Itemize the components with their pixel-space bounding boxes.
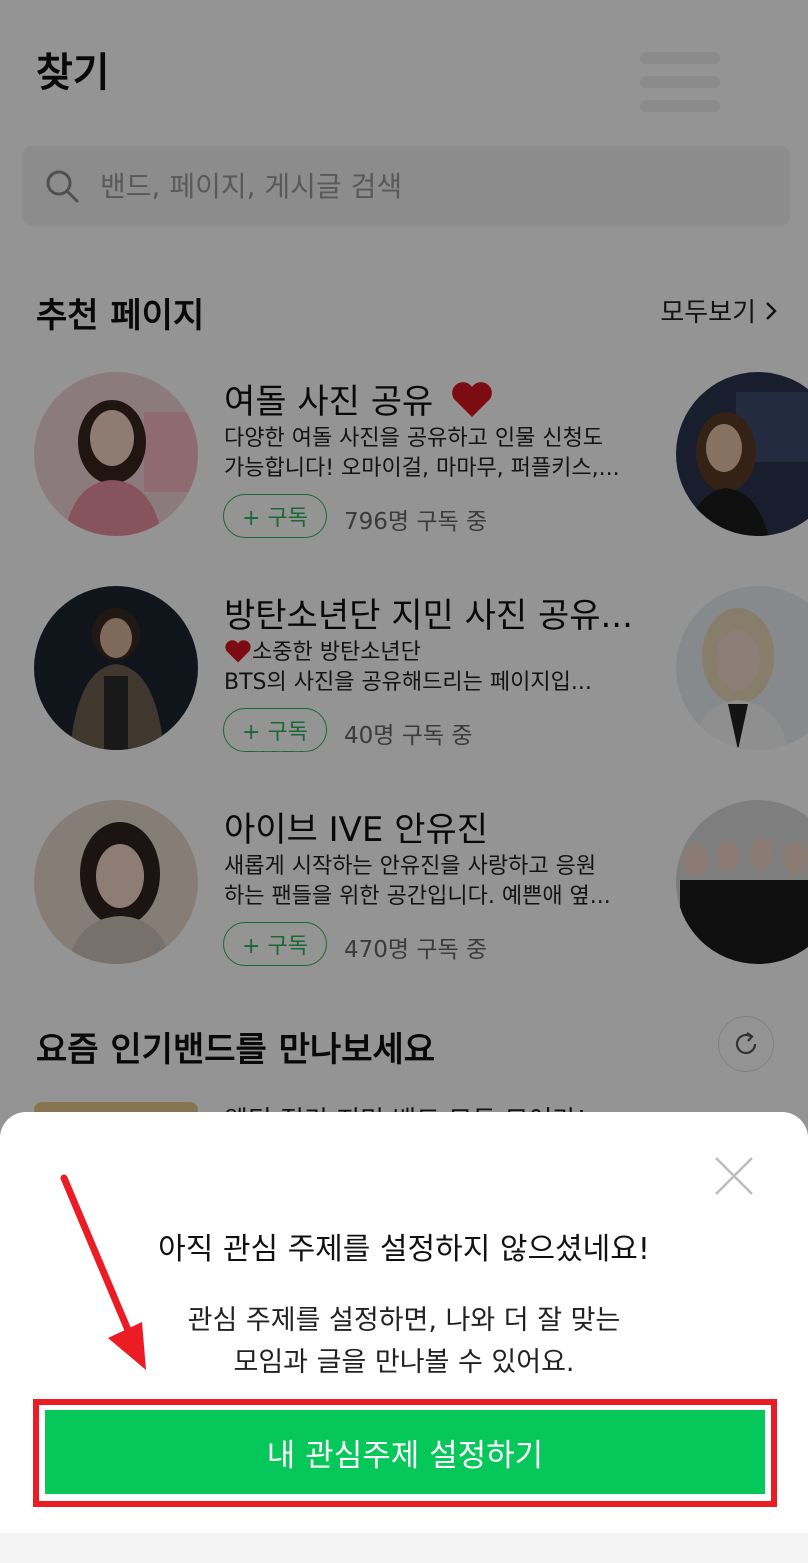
sheet-title: 아직 관심 주제를 설정하지 않으셨네요! [158,1232,650,1267]
sheet-description: 관심 주제를 설정하면, 나와 더 잘 맞는 모임과 글을 만나볼 수 있어요. [187,1305,621,1378]
close-icon[interactable] [712,1154,756,1198]
bottom-bar [0,1533,808,1563]
set-interest-topics-button[interactable]: 내 관심주제 설정하기 [45,1410,765,1494]
